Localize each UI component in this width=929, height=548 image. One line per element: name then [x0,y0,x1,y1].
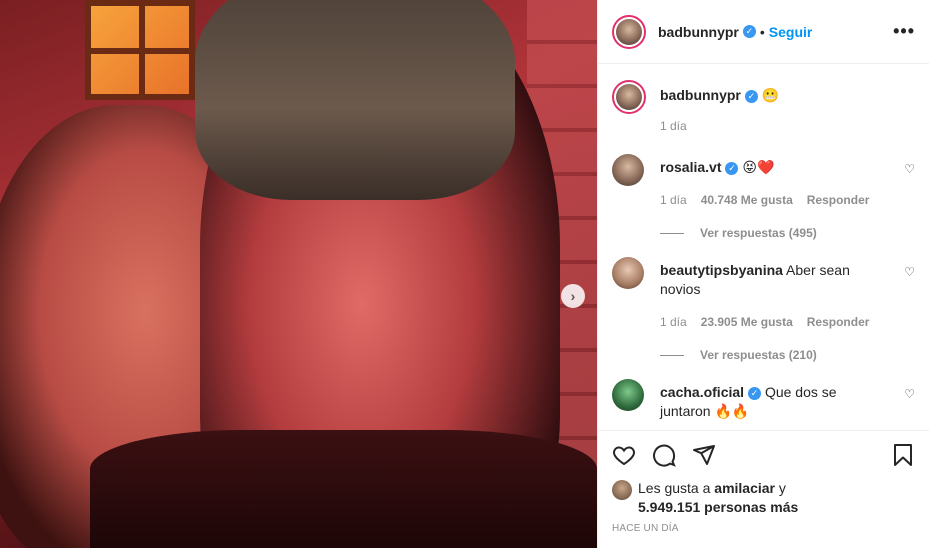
comment-text: 😝❤️ [742,159,775,175]
caption-username[interactable]: badbunnypr [660,87,741,103]
likes-prefix: Les gusta a [638,480,715,496]
caption-meta: 1 día [660,117,880,136]
comment-likes[interactable]: 40.748 Me gusta [701,191,793,210]
bookmark-icon[interactable] [891,443,915,467]
caption: badbunnypr ✓ 😬 1 día [612,80,915,136]
comment-likes[interactable]: 23.905 Me gusta [701,313,793,332]
heart-icon[interactable] [612,443,636,467]
author-avatar[interactable] [612,14,646,49]
comment: cacha.oficial ✓ Que dos se juntaron 🔥🔥 ♡ [612,379,915,421]
comment-like-heart-icon[interactable]: ♡ [904,162,915,176]
caption-time[interactable]: 1 día [660,117,687,136]
post-photo: › [0,0,597,548]
comment-icon[interactable] [652,443,676,467]
comment-username[interactable]: cacha.oficial [660,384,744,400]
view-replies-button[interactable]: Ver respuestas (210) [660,346,880,365]
post-header: badbunnypr ✓ • Seguir ••• [598,0,929,64]
follow-button[interactable]: Seguir [769,24,813,40]
cap [195,0,515,200]
liker-avatar[interactable] [612,480,632,500]
verified-icon: ✓ [744,89,758,103]
likes-count[interactable]: 5.949.151 personas más [638,499,798,515]
comment-time[interactable]: 1 día [660,191,687,210]
comment-meta: 1 día 40.748 Me gusta Responder [660,191,880,210]
comment: beautytipsbyanina Aber sean novios 1 día… [612,257,915,365]
likes-summary: Les gusta a amilaciar y 5.949.151 person… [612,479,915,517]
verified-icon: ✓ [742,25,756,38]
comment-avatar[interactable] [612,154,644,186]
background-window [85,0,195,100]
verified-icon: ✓ [725,161,739,175]
comment-meta: 1 día 23.905 Me gusta Responder [660,313,880,332]
liker-username[interactable]: amilaciar [714,480,775,496]
caption-avatar[interactable] [612,80,646,114]
share-icon[interactable] [692,443,716,467]
instagram-post: › badbunnypr ✓ • Seguir ••• badbunnypr ✓ … [0,0,929,548]
reply-button[interactable]: Responder [807,191,870,210]
chevron-right-icon: › [570,288,576,304]
comment: rosalia.vt ✓ 😝❤️ 1 día 40.748 Me gusta Re… [612,154,915,243]
more-options-icon[interactable]: ••• [893,21,915,42]
verified-icon: ✓ [748,386,762,400]
comment-avatar[interactable] [612,379,644,411]
comments-list[interactable]: badbunnypr ✓ 😬 1 día rosalia.vt ✓ 😝❤️ 1 … [598,64,929,430]
reply-button[interactable]: Responder [807,313,870,332]
comment-avatar[interactable] [612,257,644,289]
comment-like-heart-icon[interactable]: ♡ [904,265,915,279]
comment-username[interactable]: beautytipsbyanina [660,262,783,278]
caption-text: 😬 [761,87,780,103]
comment-time[interactable]: 1 día [660,313,687,332]
likes-middle: y [775,480,786,496]
action-icons [612,441,915,469]
separator-dot: • [759,23,765,40]
next-photo-button[interactable]: › [561,284,585,308]
comment-like-heart-icon[interactable]: ♡ [904,387,915,401]
post-side-panel: badbunnypr ✓ • Seguir ••• badbunnypr ✓ 😬 … [597,0,929,548]
author-username[interactable]: badbunnypr [658,24,739,40]
comment-username[interactable]: rosalia.vt [660,159,721,175]
post-actions: Les gusta a amilaciar y 5.949.151 person… [598,430,929,548]
post-timestamp[interactable]: HACE UN DÍA [612,523,915,534]
view-replies-button[interactable]: Ver respuestas (495) [660,224,880,243]
jacket [90,430,597,548]
